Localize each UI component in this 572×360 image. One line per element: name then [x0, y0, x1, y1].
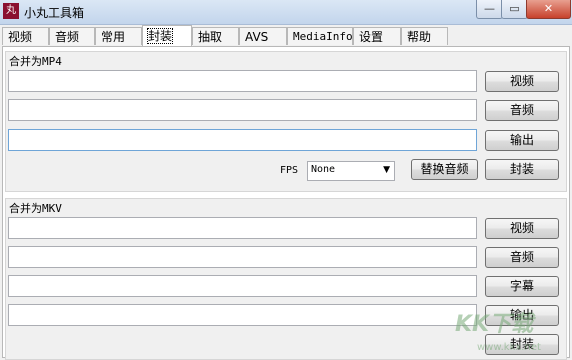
- mkv-audio-path-field[interactable]: [8, 246, 477, 268]
- minimize-icon: —: [484, 2, 495, 15]
- watermark-text: KK下载: [455, 312, 534, 337]
- mkv-subtitle-button[interactable]: 字幕: [485, 276, 559, 297]
- tab-mediainfo[interactable]: MediaInfo: [287, 27, 353, 45]
- tab-video[interactable]: 视频: [2, 27, 49, 45]
- mp4-output-path-field[interactable]: [8, 129, 477, 151]
- mkv-output-path-field[interactable]: [8, 304, 477, 326]
- tab-audio[interactable]: 音频: [49, 27, 95, 45]
- mkv-subtitle-path-field[interactable]: [8, 275, 477, 297]
- close-icon: ✕: [543, 2, 554, 15]
- mp4-mux-button[interactable]: 封装: [485, 159, 559, 180]
- fps-label: FPS: [280, 165, 299, 176]
- mp4-audio-path-field[interactable]: [8, 99, 477, 121]
- tab-common[interactable]: 常用: [95, 27, 142, 45]
- maximize-button[interactable]: ▭: [501, 0, 528, 19]
- mkv-video-path-field[interactable]: [8, 217, 477, 239]
- mkv-audio-button[interactable]: 音频: [485, 247, 559, 268]
- watermark-url: www.kkx.net: [477, 342, 541, 353]
- tab-extract[interactable]: 抽取: [192, 27, 239, 45]
- tab-settings[interactable]: 设置: [353, 27, 401, 45]
- fps-select-value: None: [311, 164, 336, 175]
- app-icon: 丸: [3, 3, 19, 19]
- title-bar: 丸 小丸工具箱 — ▭ ✕: [0, 0, 572, 25]
- tab-strip: 视频 音频 常用 封装 抽取 AVS MediaInfo 设置 帮助: [0, 25, 572, 47]
- tab-help[interactable]: 帮助: [401, 27, 448, 45]
- mp4-video-path-field[interactable]: [8, 70, 477, 92]
- mkv-video-button[interactable]: 视频: [485, 218, 559, 239]
- mp4-output-button[interactable]: 输出: [485, 130, 559, 151]
- chevron-down-icon: ▼: [383, 165, 390, 175]
- close-button[interactable]: ✕: [526, 0, 571, 19]
- replace-audio-button[interactable]: 替换音频: [411, 159, 478, 180]
- mkv-group-label: 合并为MKV: [9, 202, 62, 215]
- mp4-video-button[interactable]: 视频: [485, 71, 559, 92]
- tab-avs[interactable]: AVS: [239, 27, 287, 45]
- maximize-icon: ▭: [509, 2, 520, 15]
- fps-select[interactable]: None ▼: [307, 161, 395, 181]
- mp4-group-label: 合并为MP4: [9, 55, 62, 68]
- tab-mux[interactable]: 封装: [142, 25, 192, 46]
- minimize-button[interactable]: —: [476, 0, 503, 19]
- watermark-logo: KK下载 www.kkx.net: [455, 306, 571, 358]
- mp4-audio-button[interactable]: 音频: [485, 100, 559, 121]
- window-title: 小丸工具箱: [24, 6, 85, 20]
